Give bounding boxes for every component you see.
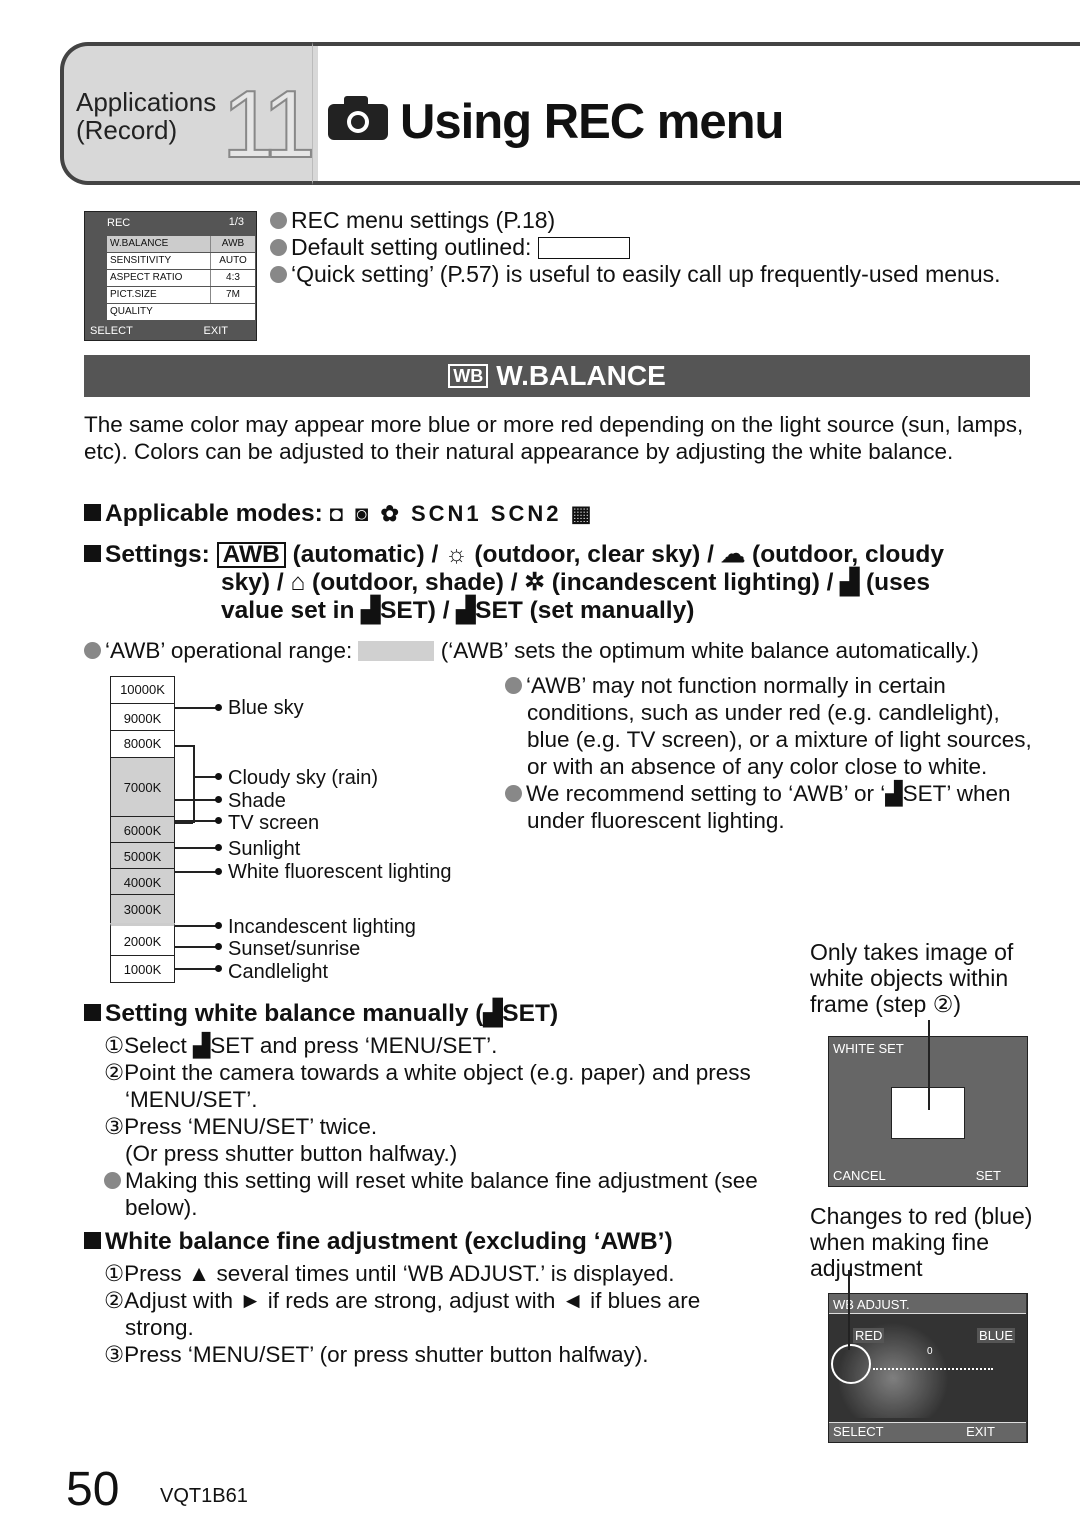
kelvin-9000: 9000K bbox=[110, 703, 175, 731]
cancel-label: CANCEL bbox=[833, 1168, 886, 1183]
kelvin-8000: 8000K bbox=[110, 730, 175, 758]
fine-steps: ①Press ▲ several times until ‘WB ADJUST.… bbox=[104, 1261, 701, 1367]
page-number: 50 bbox=[66, 1463, 120, 1516]
kelvin-2000: 2000K bbox=[110, 923, 175, 956]
lcd-item: PICT.SIZE 7M bbox=[107, 287, 255, 303]
awb-range: ‘AWB’ operational range: (‘AWB’ sets the… bbox=[84, 637, 1044, 664]
lcd-item: ASPECT RATIO 4:3 bbox=[107, 270, 255, 286]
section-label: Applications (Record) bbox=[76, 87, 217, 145]
lcd-item: W.BALANCE AWB bbox=[107, 236, 255, 252]
source-label: Sunlight bbox=[228, 838, 301, 860]
source-label: Candlelight bbox=[228, 961, 329, 983]
right-notes: ‘AWB’ may not function normally in certa… bbox=[505, 672, 1035, 834]
source-label: TV screen bbox=[228, 812, 320, 834]
manual-steps: ①Select ▟SET and press ‘MENU/SET’. ②Poin… bbox=[104, 1033, 758, 1220]
source-label: White fluorescent lighting bbox=[228, 861, 452, 883]
section-title-bar: WB W.BALANCE bbox=[84, 355, 1030, 397]
document-code: VQT1B61 bbox=[160, 1485, 248, 1507]
applicable-modes: Applicable modes: ◘ ◙ ✿ SCN1 SCN2 ▦ bbox=[84, 500, 594, 528]
lcd-exit: EXIT bbox=[203, 325, 228, 337]
kelvin-10000: 10000K bbox=[110, 676, 175, 704]
kelvin-1000: 1000K bbox=[110, 955, 175, 983]
fine-heading: White balance fine adjustment (excluding… bbox=[84, 1228, 673, 1256]
lcd-item: SENSITIVITY AUTO bbox=[107, 253, 255, 269]
description: The same color may appear more blue or m… bbox=[84, 412, 1024, 464]
rec-menu-screen: REC 1/3 W.BALANCE AWB SENSITIVITY AUTO ASP… bbox=[84, 211, 257, 341]
blue-label: BLUE bbox=[977, 1328, 1015, 1343]
page-title: Using REC menu bbox=[400, 95, 784, 149]
lcd-page: 1/3 bbox=[228, 216, 244, 228]
source-label: Sunset/sunrise bbox=[228, 938, 361, 960]
lcd-select: SELECT bbox=[90, 325, 133, 337]
kelvin-7000: 7000K bbox=[110, 757, 175, 817]
source-label: Cloudy sky (rain) bbox=[228, 767, 379, 789]
wb-adjust-screen: WB ADJUST. RED BLUE 0 SELECT EXIT bbox=[828, 1293, 1028, 1443]
set-label: SET bbox=[975, 1168, 1001, 1183]
lcd-title: REC bbox=[107, 217, 131, 229]
settings: Settings: AWB (automatic) / ☼ (outdoor, … bbox=[84, 541, 1030, 625]
wb-adjust-title: WB ADJUST. bbox=[833, 1297, 910, 1312]
red-label: RED bbox=[853, 1328, 885, 1343]
exit-label: EXIT bbox=[966, 1424, 995, 1439]
adjust-scale bbox=[873, 1364, 993, 1370]
white-set-title: WHITE SET bbox=[833, 1041, 904, 1056]
zero-mark: 0 bbox=[927, 1346, 933, 1357]
source-label: Incandescent lighting bbox=[228, 916, 416, 938]
kelvin-5000: 5000K bbox=[110, 842, 175, 869]
kelvin-3000: 3000K bbox=[110, 894, 175, 924]
chapter-number: 11 bbox=[221, 70, 317, 179]
wb-adjust-caption: Changes to red (blue) when making fine a… bbox=[810, 1203, 1033, 1281]
source-label: Shade bbox=[228, 790, 286, 812]
manual-heading: Setting white balance manually (▟SET) bbox=[84, 1000, 558, 1028]
select-label: SELECT bbox=[833, 1424, 884, 1439]
lcd-item: QUALITY bbox=[107, 304, 255, 320]
kelvin-6000: 6000K bbox=[110, 816, 175, 843]
camera-icon bbox=[328, 96, 388, 140]
wb-icon-highlight bbox=[831, 1344, 871, 1384]
kelvin-4000: 4000K bbox=[110, 868, 175, 895]
intro-bullets: REC menu settings (P.18) Default setting… bbox=[270, 207, 1001, 288]
white-set-caption: Only takes image of white objects within… bbox=[810, 939, 1014, 1017]
source-label: Blue sky bbox=[228, 697, 304, 719]
